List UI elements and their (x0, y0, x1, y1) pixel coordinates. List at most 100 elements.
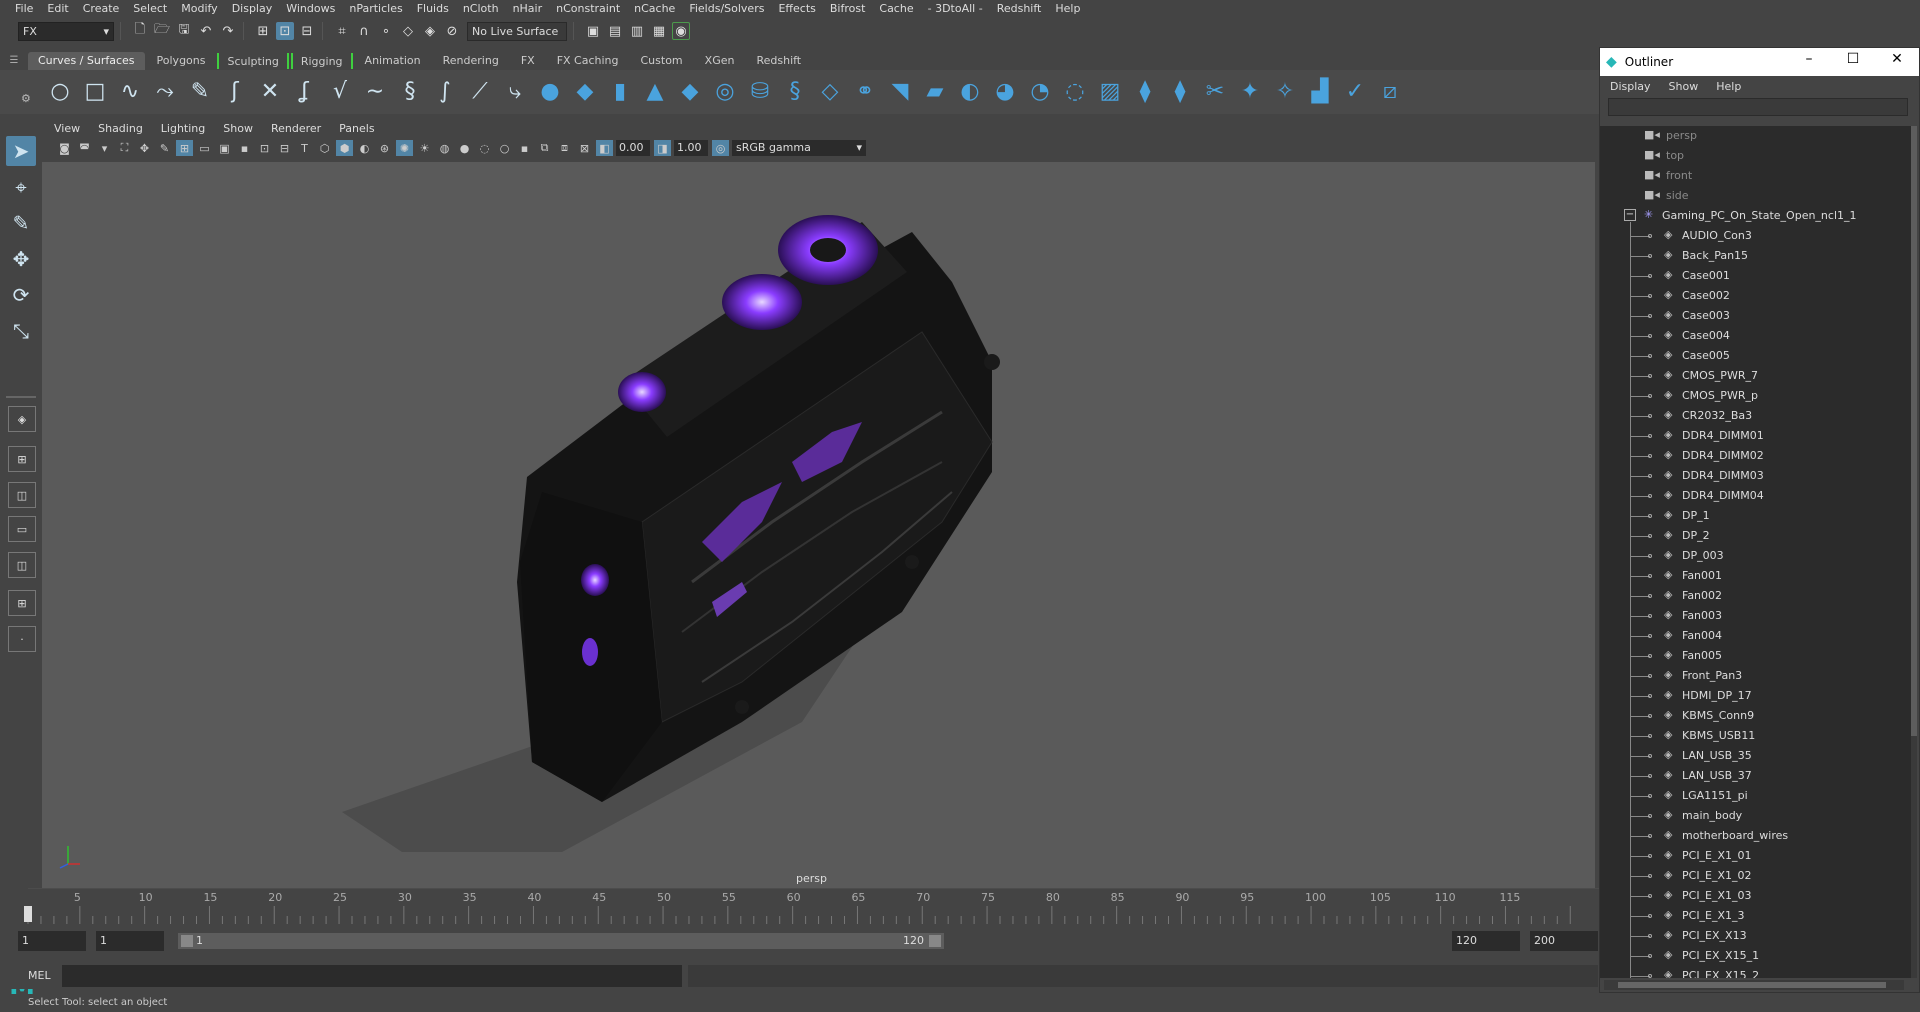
end-time-field[interactable]: 200 (1530, 931, 1598, 951)
hypershade-icon[interactable]: ◉ (672, 22, 690, 40)
xray-joints-icon[interactable]: ⧈ (556, 140, 573, 156)
single-pane-layout-icon[interactable]: ◈ (8, 406, 36, 432)
panel-menu-item[interactable]: Lighting (161, 122, 205, 135)
outliner-mesh-row[interactable]: ◈ PCI_E_X1_03 (1600, 886, 1912, 906)
outliner-mesh-row[interactable]: ◈ KBMS_Conn9 (1600, 706, 1912, 726)
hypershade-layout-icon[interactable]: ⊞ (8, 590, 36, 616)
open-scene-icon[interactable]: 🗁 (153, 22, 171, 40)
panel-menu-item[interactable]: Panels (339, 122, 374, 135)
insert-isoparm-icon[interactable]: ✧ (1271, 77, 1299, 107)
outliner-mesh-row[interactable]: ◈ Case005 (1600, 346, 1912, 366)
paint-select-tool-icon[interactable]: ✎ (6, 208, 36, 238)
outliner-mesh-row[interactable]: ◈ PCI_EX_X13 (1600, 926, 1912, 946)
shelf-tab[interactable]: Rendering (433, 52, 509, 70)
outliner-mesh-row[interactable]: ◈ Case001 (1600, 266, 1912, 286)
untrim-icon[interactable]: ⧫ (1131, 77, 1159, 107)
outliner-mesh-row[interactable]: ◈ main_body (1600, 806, 1912, 826)
mel-label[interactable]: MEL (28, 969, 51, 982)
outliner-mesh-row[interactable]: ◈ CR2032_Ba3 (1600, 406, 1912, 426)
scrollbar-thumb[interactable] (1618, 982, 1886, 988)
depth-of-field-icon[interactable]: ○ (496, 140, 513, 156)
planar-icon[interactable]: ◇ (816, 77, 844, 107)
2d-pan-zoom-icon[interactable]: ✥ (136, 140, 153, 156)
outliner-mesh-row[interactable]: ◈ PCI_E_X1_01 (1600, 846, 1912, 866)
outliner-mesh-row[interactable]: ◈ HDMI_DP_17 (1600, 686, 1912, 706)
textured-icon[interactable]: ⊛ (376, 140, 393, 156)
shelf-menu-icon[interactable]: ☰ (0, 50, 28, 70)
shelf-settings-gear-icon[interactable]: ⚙ (21, 92, 31, 105)
use-all-lights-icon[interactable]: ✺ (396, 140, 413, 156)
render-settings-icon[interactable]: ▦ (650, 22, 668, 40)
outliner-mesh-row[interactable]: ◈ CMOS_PWR_p (1600, 386, 1912, 406)
safe-title-icon[interactable]: T (296, 140, 313, 156)
menu-item[interactable]: nConstraint (549, 2, 627, 15)
shelf-tab[interactable]: Sculpting (217, 53, 289, 69)
custom-layout-icon[interactable]: · (8, 626, 36, 652)
shelf-tab[interactable]: Rigging (290, 53, 353, 69)
current-frame-marker[interactable] (24, 906, 32, 922)
wireframe-icon[interactable]: ⬡ (316, 140, 333, 156)
color-space-dropdown[interactable]: sRGB gamma ▾ (732, 140, 866, 156)
nurbs-torus-icon[interactable]: ◎ (711, 77, 739, 107)
outliner-mesh-row[interactable]: ◈ Fan004 (1600, 626, 1912, 646)
menu-item[interactable]: Modify (174, 2, 224, 15)
menu-set-dropdown[interactable]: FX ▾ (18, 21, 114, 41)
add-points-icon[interactable]: ⟋ (466, 77, 494, 107)
outliner-mesh-row[interactable]: ◈ DP_1 (1600, 506, 1912, 526)
nurbs-plane-icon[interactable]: ◆ (676, 77, 704, 107)
menu-item[interactable]: Edit (40, 2, 75, 15)
outliner-mesh-row[interactable]: ◈ Case004 (1600, 326, 1912, 346)
menu-item[interactable]: Redshift (990, 2, 1049, 15)
menu-item[interactable]: - 3DtoAll - (921, 2, 990, 15)
snap-to-curve-icon[interactable]: ∩ (355, 22, 373, 40)
project-curve-icon[interactable]: ◌ (1061, 77, 1089, 107)
detach-surfaces-icon[interactable]: ✂ (1201, 77, 1229, 107)
outliner-mesh-row[interactable]: ◈ DDR4_DIMM02 (1600, 446, 1912, 466)
screen-space-ao-icon[interactable]: ◍ (436, 140, 453, 156)
outliner-mesh-row[interactable]: ◈ DDR4_DIMM03 (1600, 466, 1912, 486)
range-slider[interactable]: 1 120 (178, 933, 944, 949)
outliner-mesh-row[interactable]: ◈ LGA1151_pi (1600, 786, 1912, 806)
outliner-mesh-row[interactable]: ◈ KBMS_USB11 (1600, 726, 1912, 746)
grid-icon[interactable]: ⊞ (176, 140, 193, 156)
field-chart-icon[interactable]: ⊡ (256, 140, 273, 156)
panel-menu-item[interactable]: Shading (98, 122, 143, 135)
extend-surface-icon[interactable]: ▟ (1306, 77, 1334, 107)
wireframe-on-shaded-icon[interactable]: ◐ (356, 140, 373, 156)
multisample-aa-icon[interactable]: ◌ (476, 140, 493, 156)
outliner-camera-row[interactable]: ■◂ front (1600, 166, 1912, 186)
menu-item[interactable]: Fluids (410, 2, 456, 15)
snap-to-view-plane-icon[interactable]: ◇ (399, 22, 417, 40)
menu-item[interactable]: Windows (279, 2, 342, 15)
playback-start-field[interactable]: 1 (96, 931, 164, 951)
revolve-icon[interactable]: ⛁ (746, 77, 774, 107)
menu-item[interactable]: Bifrost (823, 2, 873, 15)
square-surface-icon[interactable]: ◕ (991, 77, 1019, 107)
redo-icon[interactable]: ↷ (219, 22, 237, 40)
mel-input[interactable] (62, 965, 682, 987)
lasso-tool-icon[interactable]: ⌖ (6, 172, 36, 202)
menu-item[interactable]: Create (76, 2, 127, 15)
maximize-icon[interactable]: ☐ (1835, 51, 1871, 67)
cv-curve-tool-icon[interactable]: ∿ (116, 77, 144, 107)
birail-icon[interactable]: ◥ (886, 77, 914, 107)
shelf-tab[interactable]: Curves / Surfaces (28, 52, 145, 70)
collapse-toggle-icon[interactable]: − (1624, 209, 1636, 221)
range-start-handle[interactable] (181, 935, 193, 947)
nurbs-cone-icon[interactable]: ▲ (641, 77, 669, 107)
bezier-curve-tool-icon[interactable]: ʃ (221, 77, 249, 107)
outliner-horizontal-scrollbar[interactable] (1604, 980, 1904, 990)
resolution-gate-icon[interactable]: ▣ (216, 140, 233, 156)
undo-icon[interactable]: ↶ (197, 22, 215, 40)
select-by-object-icon[interactable]: ⊡ (276, 22, 294, 40)
snap-to-grid-icon[interactable]: ⌗ (333, 22, 351, 40)
bevel-plus-icon[interactable]: ▰ (921, 77, 949, 107)
outliner-camera-row[interactable]: ■◂ top (1600, 146, 1912, 166)
smooth-shade-icon[interactable]: ⬢ (336, 140, 353, 156)
ipr-render-icon[interactable]: ▥ (628, 22, 646, 40)
playback-end-field[interactable]: 120 (1452, 931, 1520, 951)
menu-item[interactable]: nCache (627, 2, 682, 15)
new-scene-icon[interactable]: 🗋 (131, 22, 149, 40)
panel-menu-item[interactable]: View (54, 122, 80, 135)
panel-menu-item[interactable]: Renderer (271, 122, 321, 135)
